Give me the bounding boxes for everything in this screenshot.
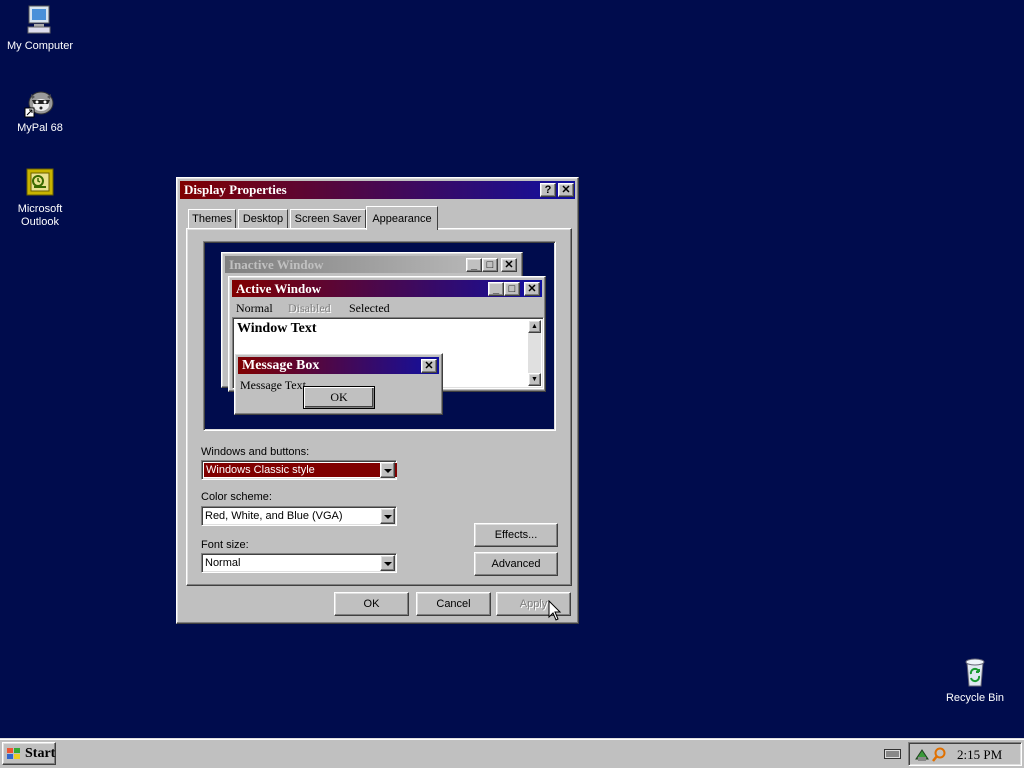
color-scheme-select[interactable]: Red, White, and Blue (VGA) xyxy=(201,506,397,526)
scroll-up-icon: ▲ xyxy=(528,320,541,333)
windows-logo-icon xyxy=(6,747,22,761)
color-scheme-label: Color scheme: xyxy=(201,491,272,503)
desktop-icon-my-computer[interactable]: My Computer xyxy=(2,4,78,53)
tab-screen-saver[interactable]: Screen Saver xyxy=(290,209,366,228)
ok-button[interactable]: OK xyxy=(334,592,409,616)
preview-minimize-icon: _ xyxy=(488,282,504,296)
advanced-label: Advanced xyxy=(491,558,541,570)
desktop-icon-recycle-bin[interactable]: Recycle Bin xyxy=(937,656,1013,705)
tab-label: Screen Saver xyxy=(294,213,362,225)
preview-maximize-icon: □ xyxy=(482,258,498,272)
preview-window-text: Window Text xyxy=(237,321,317,336)
close-button[interactable]: ✕ xyxy=(558,183,574,197)
desktop-icon-outlook[interactable]: Microsoft Outlook xyxy=(2,167,78,229)
font-size-value: Normal xyxy=(205,557,241,569)
tab-label: Themes xyxy=(192,213,232,225)
desktop-icon-mypal[interactable]: MyPal 68 xyxy=(2,86,78,135)
clock[interactable]: 2:15 PM xyxy=(957,747,1002,763)
desktop-icon-label-line2: Outlook xyxy=(21,216,59,228)
mypal-raccoon-icon xyxy=(24,86,56,118)
desktop-icon-label-line1: Microsoft xyxy=(17,203,63,215)
windows-buttons-select[interactable]: Windows Classic style xyxy=(201,460,397,480)
start-button[interactable]: Start xyxy=(2,742,56,765)
desktop-icon-label: Recycle Bin xyxy=(945,692,1005,704)
dialog-title-bar[interactable]: Display Properties xyxy=(180,181,575,199)
preview-scrollbar: ▲ ▼ xyxy=(528,320,541,386)
display-properties-dialog: Display Properties ? ✕ Themes Desktop Sc… xyxy=(176,177,579,624)
tab-themes[interactable]: Themes xyxy=(188,209,236,228)
appearance-panel: Inactive Window _ □ ✕ Active Window _ □ … xyxy=(186,228,572,586)
tab-desktop[interactable]: Desktop xyxy=(238,209,288,228)
effects-button[interactable]: Effects... xyxy=(474,523,558,547)
chevron-down-icon[interactable] xyxy=(380,555,395,571)
windows-buttons-value: Windows Classic style xyxy=(204,463,397,477)
cancel-label: Cancel xyxy=(436,598,471,610)
close-icon: ✕ xyxy=(561,183,571,196)
effects-label: Effects... xyxy=(494,529,538,541)
scroll-down-icon: ▼ xyxy=(528,373,541,386)
desktop-icon-label: MyPal 68 xyxy=(17,122,63,134)
preview-minimize-icon: _ xyxy=(466,258,482,272)
system-tray: 2:15 PM xyxy=(908,742,1022,766)
preview-message-text: Message Text xyxy=(240,378,306,392)
preview-menu-normal: Normal xyxy=(236,301,273,315)
font-size-label: Font size: xyxy=(201,539,249,551)
preview-menu-bar: Normal Disabled Selected xyxy=(232,299,542,317)
chevron-down-icon[interactable] xyxy=(380,508,395,524)
help-button[interactable]: ? xyxy=(540,183,556,197)
preview-menu-disabled: Disabled xyxy=(288,301,331,315)
start-label: Start xyxy=(25,745,56,761)
font-size-select[interactable]: Normal xyxy=(201,553,397,573)
ok-label: OK xyxy=(363,598,380,610)
preview-close-icon: ✕ xyxy=(501,258,517,272)
preview-menu-selected: Selected xyxy=(349,301,390,315)
preview-message-box-title-bar: Message Box xyxy=(238,357,439,374)
preview-maximize-icon: □ xyxy=(504,282,520,296)
outlook-icon xyxy=(24,167,56,199)
dialog-title: Display Properties xyxy=(184,182,287,197)
preview-message-box: Message Box ✕ Message Text OK xyxy=(234,353,443,415)
cancel-button[interactable]: Cancel xyxy=(416,592,491,616)
recycle-bin-icon xyxy=(959,656,991,688)
desktop-icon-label: My Computer xyxy=(6,40,74,52)
preview-active-title: Active Window xyxy=(236,280,322,296)
chevron-down-icon[interactable] xyxy=(380,462,395,478)
preview-ok-button: OK xyxy=(303,386,375,409)
appearance-preview: Inactive Window _ □ ✕ Active Window _ □ … xyxy=(203,241,556,431)
taskbar: Start 2:15 PM xyxy=(0,738,1024,768)
color-scheme-value: Red, White, and Blue (VGA) xyxy=(205,510,343,522)
windows-buttons-label: Windows and buttons: xyxy=(201,446,310,458)
tray-app-icon[interactable] xyxy=(914,747,930,763)
mouse-cursor-icon xyxy=(548,599,562,622)
my-computer-icon xyxy=(24,4,56,36)
advanced-button[interactable]: Advanced xyxy=(474,552,558,576)
apply-label: Apply xyxy=(519,598,548,610)
preview-close-icon: ✕ xyxy=(524,282,540,296)
tab-label: Desktop xyxy=(242,213,284,225)
preview-message-box-title: Message Box xyxy=(242,357,320,373)
tab-label: Appearance xyxy=(372,212,432,225)
preview-inactive-title: Inactive Window xyxy=(229,256,324,272)
tab-appearance[interactable]: Appearance xyxy=(366,206,438,230)
search-icon[interactable] xyxy=(931,747,947,763)
preview-close-icon: ✕ xyxy=(421,359,437,373)
preview-ok-label: OK xyxy=(330,390,348,404)
keyboard-icon[interactable] xyxy=(884,748,901,760)
